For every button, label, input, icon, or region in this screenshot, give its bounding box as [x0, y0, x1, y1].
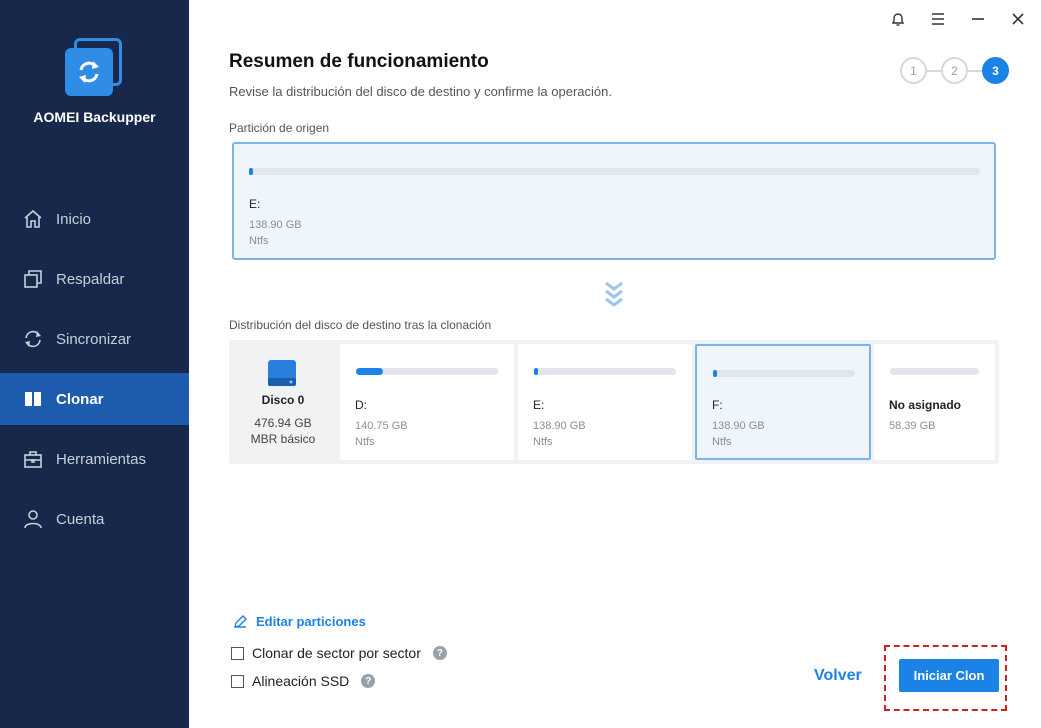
disk-name: Disco 0	[261, 393, 305, 407]
step-3: 3	[982, 57, 1009, 84]
edit-partitions-label: Editar particiones	[256, 614, 366, 629]
partition-size: 140.75 GB	[355, 420, 408, 432]
destination-disk-row: Disco 0 476.94 GB MBR básico D: 140.75 G…	[229, 340, 999, 464]
disk-size: 476.94 GB	[254, 416, 312, 430]
toolbox-icon	[22, 448, 44, 470]
destination-section-label: Distribución del disco de destino tras l…	[229, 318, 492, 332]
window-controls	[887, 8, 1029, 30]
sector-by-sector-label: Clonar de sector por sector	[252, 645, 421, 661]
ssd-alignment-option: Alineación SSD ?	[231, 673, 376, 689]
partition-filesystem: Ntfs	[249, 235, 269, 247]
source-section-label: Partición de origen	[229, 121, 330, 135]
dest-partition-unallocated[interactable]: No asignado 58.39 GB	[874, 344, 995, 460]
app-name: AOMEI Backupper	[33, 109, 156, 125]
sidebar-item-label: Herramientas	[56, 450, 147, 468]
usage-bar	[534, 368, 676, 375]
sidebar-item-label: Sincronizar	[56, 330, 132, 348]
home-icon	[22, 208, 44, 230]
source-partition-card[interactable]: E: 138.90 GB Ntfs	[232, 142, 996, 260]
ssd-alignment-checkbox[interactable]	[231, 674, 244, 688]
dest-partition-f[interactable]: F: 138.90 GB Ntfs	[695, 344, 871, 460]
step-2: 2	[941, 57, 968, 84]
sidebar-nav: Inicio Respaldar Sincronizar Clonar Herr…	[0, 189, 189, 549]
backup-icon	[22, 268, 44, 290]
usage-bar	[890, 368, 979, 375]
page-subtitle: Revise la distribución del disco de dest…	[229, 84, 612, 99]
close-icon[interactable]	[1007, 8, 1029, 30]
sidebar-item-sincronizar[interactable]: Sincronizar	[0, 309, 189, 369]
sidebar-item-label: Inicio	[56, 210, 92, 228]
sync-icon	[22, 328, 44, 350]
partition-letter: No asignado	[889, 398, 962, 412]
partition-filesystem: Ntfs	[533, 436, 553, 448]
usage-bar	[356, 368, 498, 375]
sidebar-item-herramientas[interactable]: Herramientas	[0, 429, 189, 489]
partition-letter: F:	[712, 398, 723, 412]
edit-partitions-link[interactable]: Editar particiones	[233, 614, 366, 629]
user-icon	[22, 508, 44, 530]
sidebar-item-label: Respaldar	[56, 270, 125, 288]
sidebar-item-label: Clonar	[56, 390, 104, 408]
ssd-alignment-label: Alineación SSD	[252, 673, 350, 689]
usage-bar	[713, 370, 855, 377]
partition-size: 138.90 GB	[533, 420, 586, 432]
pencil-icon	[234, 615, 247, 628]
sync-arrows-icon	[79, 61, 99, 83]
dest-partition-e[interactable]: E: 138.90 GB Ntfs	[518, 344, 692, 460]
minimize-icon[interactable]	[967, 8, 989, 30]
disk-icon	[267, 358, 297, 388]
start-clone-button[interactable]: Iniciar Clon	[899, 659, 999, 692]
page-title: Resumen de funcionamiento	[229, 51, 489, 72]
step-indicator: 1 2 3	[900, 57, 1009, 84]
usage-bar	[249, 168, 980, 175]
dest-partition-d[interactable]: D: 140.75 GB Ntfs	[340, 344, 514, 460]
partition-size: 138.90 GB	[249, 219, 302, 231]
sector-by-sector-checkbox[interactable]	[231, 646, 244, 660]
disk-type: MBR básico	[250, 432, 316, 446]
chevron-down-icon	[603, 280, 625, 310]
step-connector	[968, 69, 982, 72]
partition-filesystem: Ntfs	[355, 436, 375, 448]
help-icon[interactable]: ?	[361, 674, 376, 688]
back-button[interactable]: Volver	[814, 667, 862, 685]
disk-info: Disco 0 476.94 GB MBR básico	[229, 340, 337, 464]
help-icon[interactable]: ?	[432, 646, 447, 660]
sidebar-item-clonar[interactable]: Clonar	[0, 373, 189, 425]
partition-size: 58.39 GB	[889, 420, 936, 432]
step-1: 1	[900, 57, 927, 84]
partition-letter: D:	[355, 398, 367, 412]
sector-by-sector-option: Clonar de sector por sector ?	[231, 645, 447, 661]
partition-letter: E:	[249, 197, 261, 211]
sidebar-item-inicio[interactable]: Inicio	[0, 189, 189, 249]
bell-icon[interactable]	[887, 8, 909, 30]
sidebar-item-label: Cuenta	[56, 510, 105, 528]
app-logo	[64, 38, 124, 98]
sidebar-item-cuenta[interactable]: Cuenta	[0, 489, 189, 549]
partition-filesystem: Ntfs	[712, 436, 732, 448]
clone-icon	[22, 388, 44, 410]
step-connector	[927, 69, 941, 72]
partition-size: 138.90 GB	[712, 420, 765, 432]
menu-icon[interactable]	[927, 8, 949, 30]
sidebar: AOMEI Backupper Inicio Respaldar Sincron…	[0, 0, 189, 728]
sidebar-item-respaldar[interactable]: Respaldar	[0, 249, 189, 309]
partition-letter: E:	[533, 398, 545, 412]
